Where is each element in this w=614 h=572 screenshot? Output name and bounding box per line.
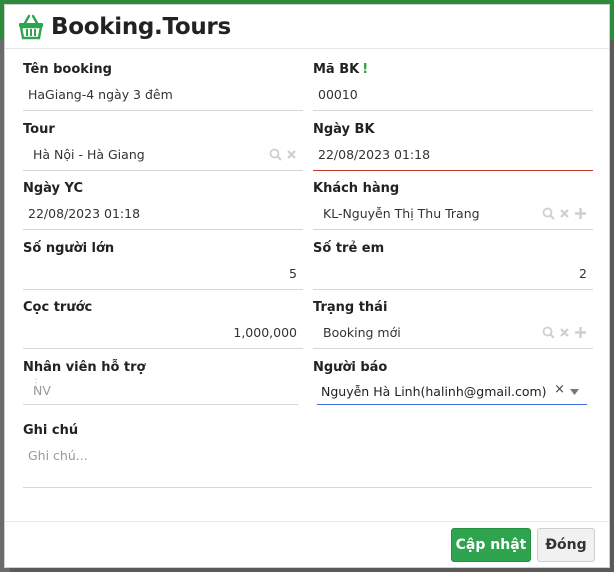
field-ten-booking: Tên booking HaGiang-4 ngày 3 đêm (23, 61, 303, 111)
chevron-down-icon[interactable] (570, 389, 579, 395)
clear-icon[interactable] (559, 327, 570, 338)
nguoi-bao-label: Người báo (313, 360, 388, 375)
search-icon[interactable] (269, 148, 282, 161)
field-nhan-vien-ho-tro: Nhân viên hỗ trợ ⋮ NV (23, 359, 298, 405)
add-icon[interactable] (574, 207, 587, 220)
required-mark: ! (362, 62, 369, 77)
tour-lookup[interactable]: Hà Nội - Hà Giang (23, 139, 303, 171)
field-khach-hang: Khách hàng KL-Nguyễn Thị Thu Trang (313, 180, 593, 230)
nguoi-bao-value: Nguyễn Hà Linh(halinh@gmail.com) (321, 384, 547, 399)
tour-label: Tour (23, 122, 55, 137)
ten-booking-label: Tên booking (23, 62, 112, 77)
basket-icon (19, 14, 43, 39)
ngay-bk-value: 22/08/2023 01:18 (318, 147, 431, 162)
field-so-tre-em: Số trẻ em 2 (313, 240, 593, 290)
trang-thai-lookup[interactable]: Booking mới (313, 317, 593, 349)
field-tour: Tour Hà Nội - Hà Giang (23, 121, 303, 171)
booking-dialog: Booking.Tours Tên booking HaGiang-4 ngày… (4, 4, 610, 568)
so-tre-em-input[interactable]: 2 (313, 258, 593, 290)
close-button[interactable]: Đóng (537, 528, 595, 562)
dialog-body: Tên booking HaGiang-4 ngày 3 đêm Mã BK! … (5, 49, 609, 521)
so-tre-em-value: 2 (579, 266, 587, 281)
ghi-chu-label: Ghi chú (23, 423, 79, 438)
ma-bk-label: Mã BK! (313, 62, 369, 77)
nguoi-bao-select[interactable]: Nguyễn Hà Linh(halinh@gmail.com) × (317, 379, 587, 405)
coc-truoc-input[interactable]: 1,000,000 (23, 317, 303, 349)
field-so-nguoi-lon: Số người lớn 5 (23, 240, 303, 290)
dialog-header: Booking.Tours (5, 5, 609, 49)
so-tre-em-label: Số trẻ em (313, 241, 385, 256)
ten-booking-value: HaGiang-4 ngày 3 đêm (28, 87, 173, 102)
ngay-bk-label: Ngày BK (313, 122, 375, 137)
nhan-vien-label: Nhân viên hỗ trợ (23, 360, 146, 375)
khach-hang-lookup[interactable]: KL-Nguyễn Thị Thu Trang (313, 198, 593, 230)
ma-bk-input[interactable]: 00010 (313, 79, 593, 111)
field-ngay-bk: Ngày BK 22/08/2023 01:18 (313, 121, 593, 171)
ten-booking-input[interactable]: HaGiang-4 ngày 3 đêm (23, 79, 303, 111)
dialog-title: Booking.Tours (51, 13, 231, 40)
field-coc-truoc: Cọc trước 1,000,000 (23, 299, 303, 349)
search-icon[interactable] (542, 207, 555, 220)
field-trang-thai: Trạng thái Booking mới (313, 299, 593, 349)
trang-thai-value: Booking mới (323, 325, 401, 340)
ma-bk-value: 00010 (318, 87, 358, 102)
coc-truoc-label: Cọc trước (23, 300, 93, 315)
so-nguoi-lon-input[interactable]: 5 (23, 258, 303, 290)
drag-handle-icon: ⋮ (31, 378, 41, 389)
coc-truoc-value: 1,000,000 (233, 325, 297, 340)
clear-icon[interactable] (286, 149, 297, 160)
field-ngay-yc: Ngày YC 22/08/2023 01:18 (23, 180, 303, 230)
ngay-bk-input[interactable]: 22/08/2023 01:18 (313, 139, 593, 171)
dialog-footer: Cập nhật Đóng (5, 521, 609, 567)
clear-icon[interactable]: × (554, 382, 565, 397)
update-button[interactable]: Cập nhật (451, 528, 531, 562)
ngay-yc-input[interactable]: 22/08/2023 01:18 (23, 198, 303, 230)
field-ghi-chu: Ghi chú (23, 422, 595, 492)
field-ma-bk: Mã BK! 00010 (313, 61, 593, 111)
so-nguoi-lon-value: 5 (289, 266, 297, 281)
add-icon[interactable] (574, 326, 587, 339)
tour-value: Hà Nội - Hà Giang (33, 147, 145, 162)
khach-hang-label: Khách hàng (313, 181, 400, 196)
search-icon[interactable] (542, 326, 555, 339)
ghi-chu-textarea[interactable] (23, 442, 592, 488)
ngay-yc-value: 22/08/2023 01:18 (28, 206, 141, 221)
ngay-yc-label: Ngày YC (23, 181, 84, 196)
khach-hang-value: KL-Nguyễn Thị Thu Trang (323, 206, 480, 221)
clear-icon[interactable] (559, 208, 570, 219)
trang-thai-label: Trạng thái (313, 300, 388, 315)
nhan-vien-select[interactable]: ⋮ NV (23, 377, 298, 405)
field-nguoi-bao: Người báo Nguyễn Hà Linh(halinh@gmail.co… (313, 359, 593, 405)
so-nguoi-lon-label: Số người lớn (23, 241, 115, 256)
